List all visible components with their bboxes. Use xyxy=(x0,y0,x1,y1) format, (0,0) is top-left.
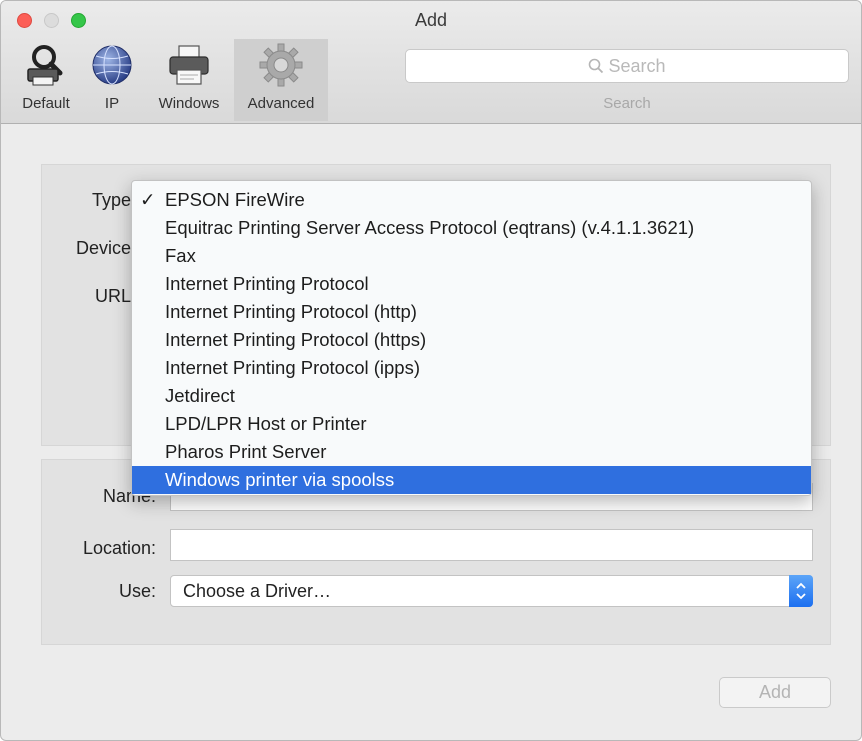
search-placeholder: Search xyxy=(608,56,666,76)
search-placeholder-wrap: Search xyxy=(406,56,848,77)
toolbar-default-label: Default xyxy=(22,95,70,112)
menu-item-label: Internet Printing Protocol (ipps) xyxy=(165,357,421,378)
url-label: URL xyxy=(94,286,131,306)
checkmark-icon: ✓ xyxy=(140,189,156,210)
menu-item-label: Pharos Print Server xyxy=(165,441,327,462)
menu-item-jetdirect[interactable]: Jetdirect xyxy=(132,382,811,410)
menu-item-ipp-http[interactable]: Internet Printing Protocol (http) xyxy=(132,298,811,326)
menu-item-label: Internet Printing Protocol (http) xyxy=(165,301,417,322)
up-down-chevron-icon xyxy=(796,582,806,600)
globe-icon xyxy=(92,45,132,85)
menu-item-label: EPSON FireWire xyxy=(165,189,305,210)
search-field[interactable]: Search xyxy=(405,49,849,83)
menu-item-epson-firewire[interactable]: ✓ EPSON FireWire xyxy=(132,186,811,214)
menu-item-ipp-https[interactable]: Internet Printing Protocol (https) xyxy=(132,326,811,354)
toolbar-windows-label: Windows xyxy=(158,95,220,112)
menu-item-fax[interactable]: Fax xyxy=(132,242,811,270)
toolbar-windows-button[interactable]: Windows xyxy=(147,39,231,121)
window-title: Add xyxy=(414,10,448,30)
toolbar-advanced-button[interactable]: Advanced xyxy=(234,39,328,121)
use-driver-select[interactable]: Choose a Driver… xyxy=(170,575,813,607)
menu-item-equitrac[interactable]: Equitrac Printing Server Access Protocol… xyxy=(132,214,811,242)
menu-item-windows-spoolss[interactable]: Windows printer via spoolss xyxy=(132,466,811,494)
select-stepper[interactable] xyxy=(789,575,813,607)
type-label: Type xyxy=(91,190,131,210)
menu-item-pharos[interactable]: Pharos Print Server xyxy=(132,438,811,466)
location-label: Location: xyxy=(82,538,156,558)
type-popup-menu: ✓ EPSON FireWire Equitrac Printing Serve… xyxy=(131,180,812,496)
menu-item-label: Internet Printing Protocol xyxy=(165,273,369,294)
toolbar-default-button[interactable]: Default xyxy=(11,39,81,121)
search-icon xyxy=(589,58,604,74)
use-driver-value: Choose a Driver… xyxy=(183,581,332,601)
menu-item-ipp-ipps[interactable]: Internet Printing Protocol (ipps) xyxy=(132,354,811,382)
default-printer-icon xyxy=(27,45,63,86)
add-button[interactable]: Add xyxy=(719,677,831,708)
menu-item-label: Fax xyxy=(165,245,196,266)
menu-item-label: LPD/LPR Host or Printer xyxy=(165,413,367,434)
window-titlebar: Add Default IP Windows Advanced Search S… xyxy=(1,1,861,124)
device-label: Device xyxy=(75,238,131,258)
toolbar-ip-button[interactable]: IP xyxy=(87,39,137,121)
menu-item-label: Jetdirect xyxy=(165,385,235,406)
menu-item-label: Windows printer via spoolss xyxy=(165,469,395,490)
printer-icon xyxy=(169,45,209,85)
toolbar-advanced-label: Advanced xyxy=(247,95,315,112)
search-caption: Search xyxy=(603,95,651,112)
toolbar-ip-label: IP xyxy=(104,95,120,112)
add-printer-window: Add Default IP Windows Advanced Search S… xyxy=(0,0,862,741)
menu-item-label: Equitrac Printing Server Access Protocol… xyxy=(165,217,695,238)
menu-item-lpd-lpr[interactable]: LPD/LPR Host or Printer xyxy=(132,410,811,438)
menu-item-ipp[interactable]: Internet Printing Protocol xyxy=(132,270,811,298)
gear-icon xyxy=(259,43,303,87)
location-field[interactable] xyxy=(170,529,813,561)
menu-item-label: Internet Printing Protocol (https) xyxy=(165,329,427,350)
use-label: Use: xyxy=(118,581,156,601)
